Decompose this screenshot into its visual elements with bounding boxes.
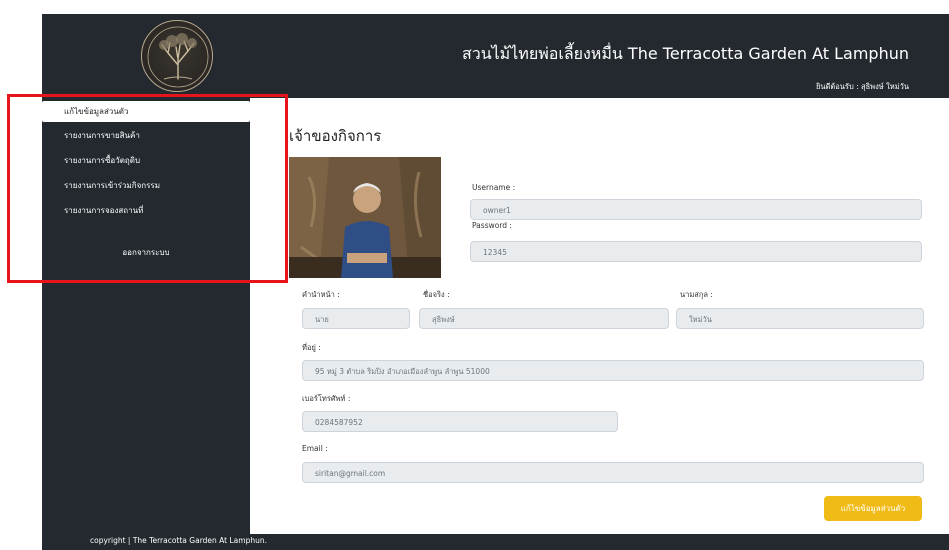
garden-logo[interactable] <box>141 20 213 92</box>
owner-photo <box>289 157 441 278</box>
email-field[interactable]: siritan@gmail.com <box>302 462 924 483</box>
email-label: Email : <box>302 444 328 453</box>
owner-portrait-icon <box>289 157 441 278</box>
page: สวนไม้ไทยพ่อเลี้ยงหมื่น The Terracotta G… <box>0 0 949 550</box>
prefix-field[interactable]: นาย <box>302 308 410 329</box>
username-field[interactable]: owner1 <box>470 199 922 220</box>
sidebar-item-activity-report[interactable]: รายงานการเข้าร่วมกิจกรรม <box>42 175 160 196</box>
firstname-label: ชื่อจริง : <box>423 290 450 299</box>
tree-logo-icon <box>147 26 209 88</box>
firstname-field[interactable]: สุธิพงษ์ <box>419 308 669 329</box>
copyright: copyright | The Terracotta Garden At Lam… <box>90 536 267 545</box>
username-label: Username : <box>472 183 516 192</box>
prefix-label: คำนำหน้า : <box>302 290 340 299</box>
address-label: ที่อยู่ : <box>302 343 321 352</box>
lastname-field[interactable]: ใหม่วัน <box>676 308 924 329</box>
password-field[interactable]: 12345 <box>470 241 922 262</box>
phone-label: เบอร์โทรศัพท์ : <box>302 394 351 403</box>
phone-field[interactable]: 0284587952 <box>302 411 618 432</box>
password-label: Password : <box>472 221 512 230</box>
sidebar-item-edit-profile[interactable]: แก้ไขข้อมูลส่วนตัว <box>42 101 250 122</box>
welcome-user: ยินดีต้อนรับ : สุธิพงษ์ ใหม่วัน <box>816 82 909 91</box>
sidebar-item-purchase-report[interactable]: รายงานการซื้อวัตถุดิบ <box>42 150 140 171</box>
header: สวนไม้ไทยพ่อเลี้ยงหมื่น The Terracotta G… <box>42 14 949 98</box>
sidebar-item-booking-report[interactable]: รายงานการจองสถานที่ <box>42 200 143 221</box>
sidebar-item-sales-report[interactable]: รายงานการขายสินค้า <box>42 125 140 146</box>
lastname-label: นามสกุล : <box>680 290 713 299</box>
site-title: สวนไม้ไทยพ่อเลี้ยงหมื่น The Terracotta G… <box>461 44 909 63</box>
footer: copyright | The Terracotta Garden At Lam… <box>42 534 949 550</box>
address-field[interactable]: 95 หมู่ 3 ตำบล ริมปิง อำเภอเมืองลำพูน ลำ… <box>302 360 924 381</box>
edit-profile-button[interactable]: แก้ไขข้อมูลส่วนตัว <box>824 496 922 521</box>
logout-button[interactable]: ออกจากระบบ <box>42 246 250 259</box>
sidebar: แก้ไขข้อมูลส่วนตัว รายงานการขายสินค้า รา… <box>42 98 250 534</box>
page-title: เจ้าของกิจการ <box>289 127 382 145</box>
